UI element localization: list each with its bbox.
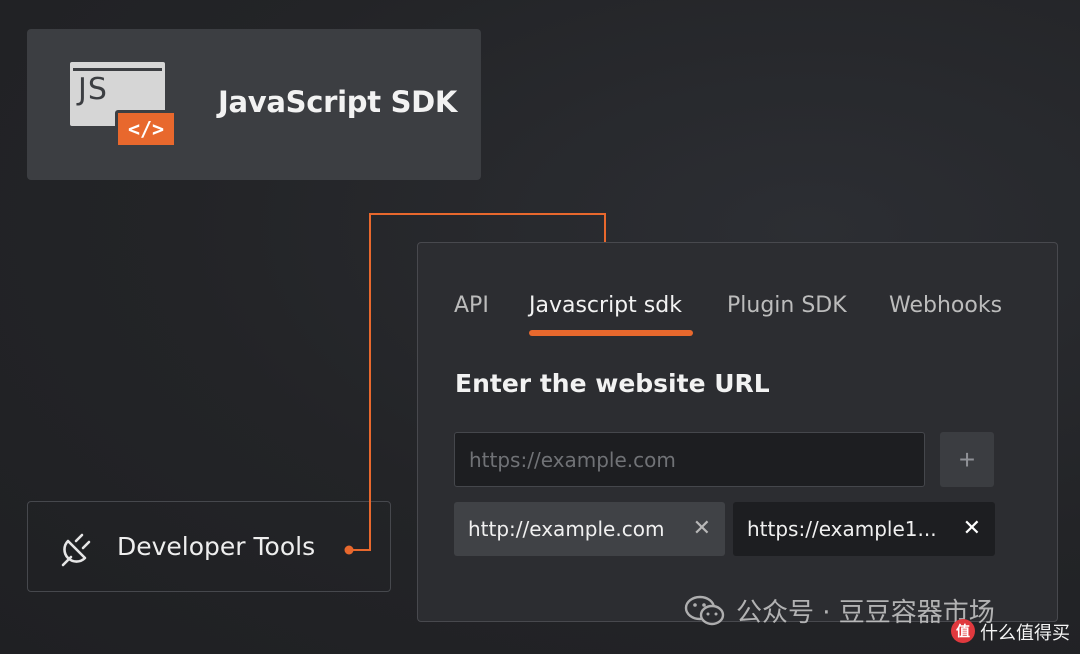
svg-text:值: 值 <box>956 623 970 640</box>
js-icon-text: JS <box>78 72 108 107</box>
close-icon[interactable]: ✕ <box>963 502 981 556</box>
url-chip-text: https://example1... <box>747 517 937 541</box>
sdk-card-title: JavaScript SDK <box>218 85 458 119</box>
website-url-input[interactable] <box>454 432 925 487</box>
tab-api[interactable]: API <box>454 293 489 318</box>
close-icon[interactable]: ✕ <box>693 502 711 556</box>
js-code-icon: JS </> <box>70 62 178 148</box>
javascript-sdk-card: JS </> JavaScript SDK <box>27 29 481 180</box>
code-brackets-badge: </> <box>115 110 177 148</box>
brand-logo-icon: 值 <box>951 619 975 643</box>
active-tab-indicator <box>529 330 693 336</box>
wechat-icon <box>684 595 725 626</box>
developer-tools-card: Developer Tools <box>27 501 391 592</box>
brand-mark: 值 什么值得买 <box>946 616 1078 646</box>
url-chip: http://example.com ✕ <box>454 502 725 556</box>
code-brackets-text: </> <box>127 117 165 141</box>
add-url-button[interactable]: + <box>940 432 994 487</box>
sdk-settings-panel: API Javascript sdk Plugin SDK Webhooks E… <box>417 242 1058 622</box>
section-title: Enter the website URL <box>455 369 770 398</box>
tab-plugin-sdk[interactable]: Plugin SDK <box>727 293 847 318</box>
tab-webhooks[interactable]: Webhooks <box>889 293 1002 318</box>
developer-tools-label: Developer Tools <box>117 532 316 561</box>
tab-javascript-sdk[interactable]: Javascript sdk <box>529 293 682 318</box>
brand-mark-text: 什么值得买 <box>980 623 1070 644</box>
url-chip-text: http://example.com <box>468 517 665 541</box>
url-chip: https://example1... ✕ <box>733 502 995 556</box>
plug-icon <box>61 533 91 567</box>
